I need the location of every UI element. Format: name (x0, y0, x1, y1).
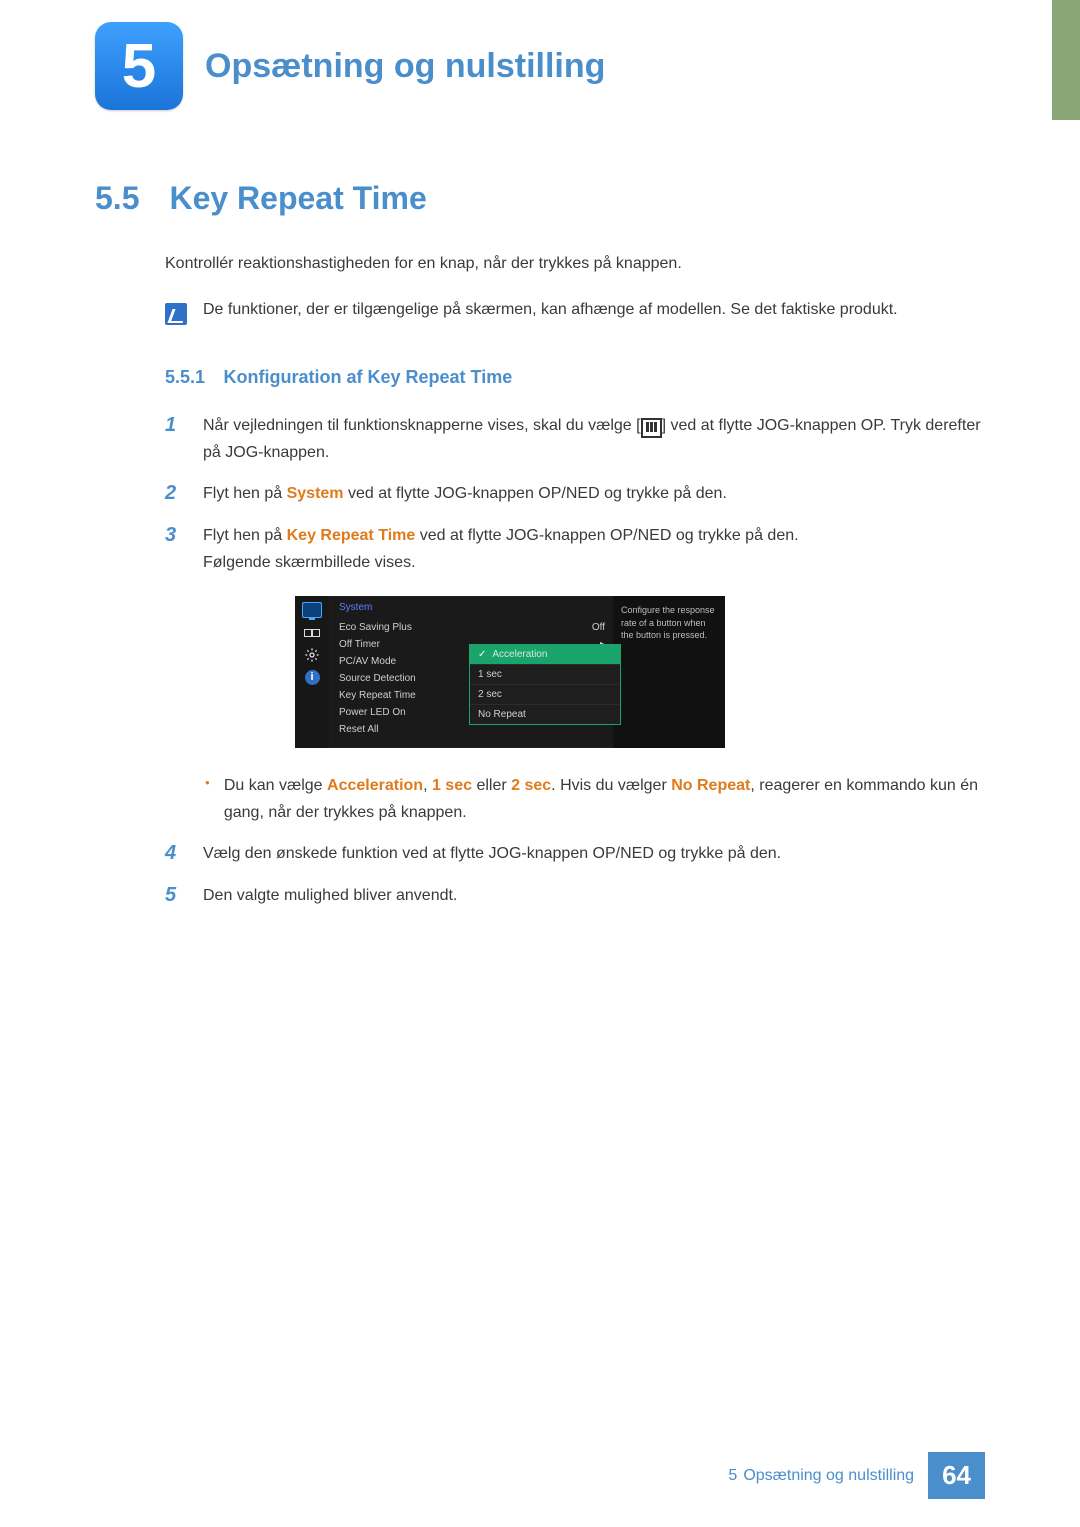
info-icon: i (305, 670, 320, 685)
arrows-icon (303, 626, 321, 640)
osd-help-text: Configure the response rate of a button … (613, 596, 725, 748)
gear-icon (303, 648, 321, 662)
step-number-5: 5 (165, 882, 185, 909)
osd-popup-acceleration: Acceleration (470, 645, 620, 664)
step-5-text: Den valgte mulighed bliver anvendt. (203, 882, 457, 909)
osd-row-eco: Eco Saving Plus (339, 622, 412, 633)
osd-popup-2sec: 2 sec (470, 684, 620, 704)
section-title: Key Repeat Time (169, 180, 426, 216)
page-footer: 5 Opsætning og nulstilling 64 (728, 1452, 985, 1499)
osd-row-pled: Power LED On (339, 707, 406, 718)
menu-grid-icon (641, 418, 662, 438)
osd-row-srcdet: Source Detection (339, 673, 416, 684)
bullet-text: Du kan vælge Acceleration, 1 sec eller 2… (224, 772, 985, 826)
chapter-number-badge: 5 (95, 22, 183, 110)
step-1-text: Når vejledningen til funktionsknapperne … (203, 412, 985, 466)
section-number: 5.5 (95, 180, 165, 217)
monitor-icon (302, 602, 322, 618)
step-4-text: Vælg den ønskede funktion ved at flytte … (203, 840, 781, 867)
footer-chapter-title: Opsætning og nulstilling (743, 1467, 914, 1485)
osd-row-pcav: PC/AV Mode (339, 656, 396, 667)
subsection-title: Konfiguration af Key Repeat Time (224, 367, 513, 387)
osd-screenshot: i System Eco Saving PlusOff Off Timer▸ P… (295, 596, 725, 748)
osd-row-reset: Reset All (339, 724, 378, 735)
osd-row-krt: Key Repeat Time (339, 690, 416, 701)
note-icon (165, 303, 187, 325)
osd-row-offtimer: Off Timer (339, 639, 380, 650)
footer-chapter-number: 5 (728, 1467, 737, 1485)
osd-popup-norepeat: No Repeat (470, 704, 620, 724)
osd-popup: Acceleration 1 sec 2 sec No Repeat (469, 644, 621, 725)
step-number-1: 1 (165, 412, 185, 466)
chapter-title: Opsætning og nulstilling (205, 47, 605, 86)
step-number-2: 2 (165, 480, 185, 507)
section-intro-text: Kontrollér reaktionshastigheden for en k… (165, 255, 985, 273)
chapter-header: 5 Opsætning og nulstilling (95, 22, 985, 110)
section-heading: 5.5 Key Repeat Time (95, 180, 985, 217)
osd-popup-1sec: 1 sec (470, 664, 620, 684)
osd-row-eco-value: Off (592, 622, 605, 633)
osd-section-label: System (339, 602, 605, 613)
subsection-heading: 5.5.1 Konfiguration af Key Repeat Time (165, 367, 985, 388)
step-number-4: 4 (165, 840, 185, 867)
osd-nav-column: i (295, 596, 329, 748)
bullet-dot-icon: ● (205, 778, 210, 826)
footer-page-number: 64 (928, 1452, 985, 1499)
side-color-band (1052, 0, 1080, 120)
step-number-3: 3 (165, 522, 185, 576)
step-2-text: Flyt hen på System ved at flytte JOG-kna… (203, 480, 727, 507)
note-text: De funktioner, der er tilgængelige på sk… (203, 301, 898, 319)
subsection-number: 5.5.1 (165, 367, 205, 387)
step-3-text: Flyt hen på Key Repeat Time ved at flytt… (203, 522, 799, 576)
